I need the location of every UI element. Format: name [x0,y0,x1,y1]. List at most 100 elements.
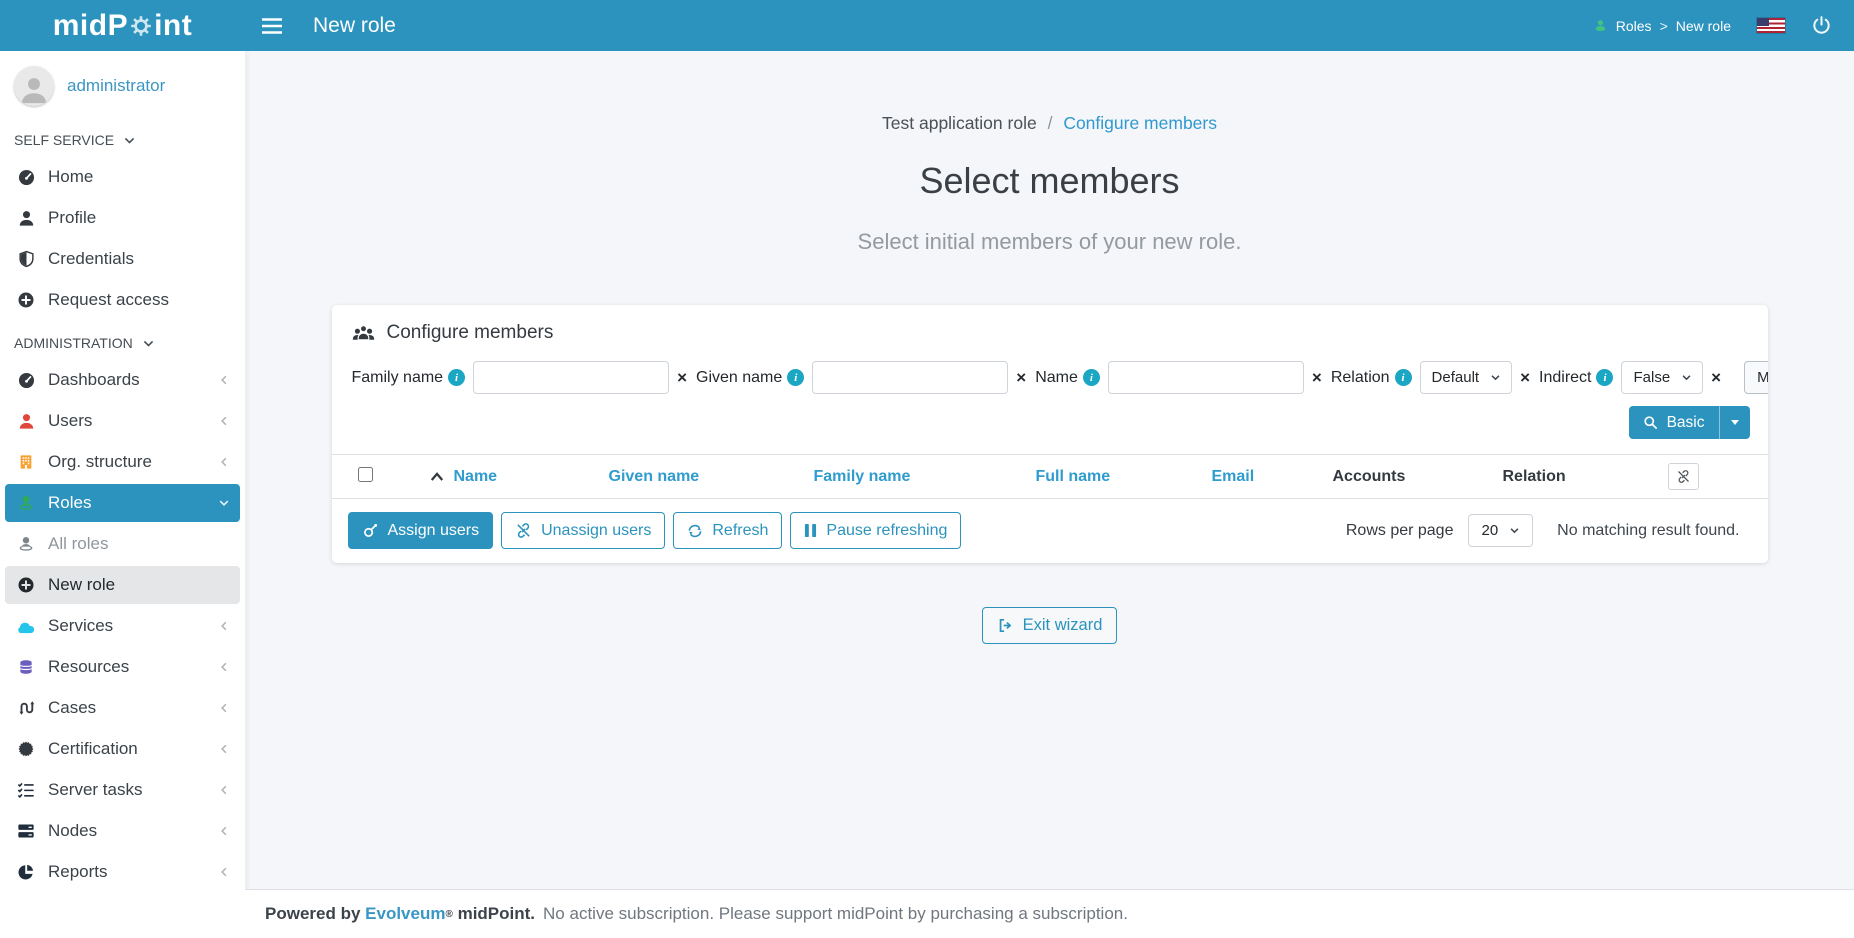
sidebar-item-label: Certification [48,739,138,759]
footer: Powered by Evolveum® midPoint. No active… [245,889,1854,938]
midpoint-logo[interactable]: midP int [0,0,245,51]
refresh-button[interactable]: Refresh [673,512,782,549]
chevron-left-icon [218,702,230,714]
sidebar-item-users[interactable]: Users [5,402,240,440]
unassign-users-button[interactable]: Unassign users [501,512,665,549]
sidebar-item-roles[interactable]: Roles [5,484,240,522]
sidebar-toggle-button[interactable] [245,0,299,51]
sign-out-icon [997,617,1014,634]
refresh-label: Refresh [712,522,768,540]
page-title: New role [299,0,396,51]
server-icon [15,823,37,839]
indirect-select-value: False [1633,369,1670,386]
logout-power-icon[interactable] [1811,15,1832,36]
chart-pie-icon [15,863,37,881]
name-input[interactable] [1108,361,1304,394]
sidebar-item-resources[interactable]: Resources [5,648,240,686]
user-panel: administrator [0,51,245,119]
filter-bar: Family name i × Given name i × Name i × … [332,355,1768,406]
name-label: Name [1035,369,1078,387]
chevron-down-icon [1509,525,1520,536]
sidebar-item-certification[interactable]: Certification [5,730,240,768]
sidebar-item-all-roles[interactable]: All roles [5,525,240,563]
wizard-breadcrumb-current-link[interactable]: Configure members [1063,113,1217,133]
breadcrumb-new-role-link[interactable]: New role [1676,18,1731,34]
column-header-name[interactable]: Name [454,468,498,486]
search-icon [1643,415,1658,430]
plus-circle-icon [15,291,37,309]
column-header-family-name[interactable]: Family name [814,468,1036,486]
cloud-icon [15,619,37,634]
building-icon [15,453,37,471]
clear-relation-button[interactable]: × [1512,369,1539,386]
main-content: Test application role / Configure member… [245,51,1854,889]
relation-select[interactable]: Default [1420,361,1513,394]
language-flag-us[interactable] [1757,18,1785,33]
sidebar-item-request-access[interactable]: Request access [5,281,240,319]
sort-asc-icon[interactable] [430,471,444,482]
footer-subscription-message: No active subscription. Please support m… [543,904,1128,924]
breadcrumb-roles-link[interactable]: Roles [1616,18,1652,34]
sidebar-item-label: Users [48,411,92,431]
shield-icon [15,250,37,268]
sidebar-item-credentials[interactable]: Credentials [5,240,240,278]
assign-users-button[interactable]: Assign users [348,512,494,549]
sidebar-item-services[interactable]: Services [5,607,240,645]
unlink-all-button[interactable] [1668,463,1699,490]
rows-per-page-select[interactable]: 20 [1468,514,1533,547]
column-header-full-name[interactable]: Full name [1036,468,1212,486]
sidebar-item-nodes[interactable]: Nodes [5,812,240,850]
footer-product: midPoint. [458,904,535,924]
sidebar-item-label: Roles [48,493,91,513]
sidebar-section-self-service[interactable]: SELF SERVICE [0,119,245,155]
pagination-area: Rows per page 20 No matching result foun… [1346,514,1752,547]
wizard-breadcrumb-separator: / [1048,113,1053,133]
more-filters-button[interactable]: More... [1744,361,1767,394]
chevron-down-icon [1490,372,1501,383]
tasks-list-icon [15,782,37,798]
family-name-input[interactable] [473,361,669,394]
pause-refreshing-button[interactable]: Pause refreshing [790,512,961,549]
filter-indirect: Indirect i False × [1539,361,1730,394]
footer-evolveum-link[interactable]: Evolveum [365,904,445,924]
all-roles-icon [15,535,37,553]
column-header-email[interactable]: Email [1212,468,1333,486]
user-icon [15,210,37,227]
sidebar-item-new-role[interactable]: New role [5,566,240,604]
select-all-checkbox[interactable] [358,467,373,482]
column-header-relation: Relation [1503,468,1668,486]
users-group-icon [352,324,375,343]
basic-search-dropdown-toggle[interactable] [1719,406,1750,439]
chevron-down-icon [218,497,230,509]
card-header: Configure members [332,305,1768,355]
basic-search-label: Basic [1667,414,1705,432]
route-icon [15,699,37,717]
clear-indirect-button[interactable]: × [1703,369,1730,386]
sidebar-item-cases[interactable]: Cases [5,689,240,727]
exit-wizard-button[interactable]: Exit wizard [982,607,1118,644]
assign-users-label: Assign users [388,522,480,540]
basic-search-button[interactable]: Basic [1629,406,1750,439]
indirect-select[interactable]: False [1621,361,1703,394]
role-icon [1593,18,1608,33]
sidebar-item-dashboards[interactable]: Dashboards [5,361,240,399]
column-header-given-name[interactable]: Given name [609,468,814,486]
sidebar-item-reports[interactable]: Reports [5,853,240,891]
clear-name-button[interactable]: × [1304,369,1331,386]
chevron-left-icon [218,661,230,673]
sidebar-item-profile[interactable]: Profile [5,199,240,237]
filter-relation: Relation i Default × [1331,361,1539,394]
empty-result-message: No matching result found. [1557,522,1739,540]
clear-family-name-button[interactable]: × [669,369,696,386]
sidebar-section-administration[interactable]: ADMINISTRATION [0,322,245,358]
clear-given-name-button[interactable]: × [1008,369,1035,386]
sidebar-item-home[interactable]: Home [5,158,240,196]
sidebar-item-server-tasks[interactable]: Server tasks [5,771,240,809]
chevron-down-icon [1681,372,1692,383]
given-name-input[interactable] [812,361,1008,394]
plus-circle-icon [15,576,37,594]
basic-search-main[interactable]: Basic [1629,406,1719,439]
sidebar-username-link[interactable]: administrator [67,76,165,96]
sidebar-item-org-structure[interactable]: Org. structure [5,443,240,481]
sidebar-item-label: Resources [48,657,129,677]
